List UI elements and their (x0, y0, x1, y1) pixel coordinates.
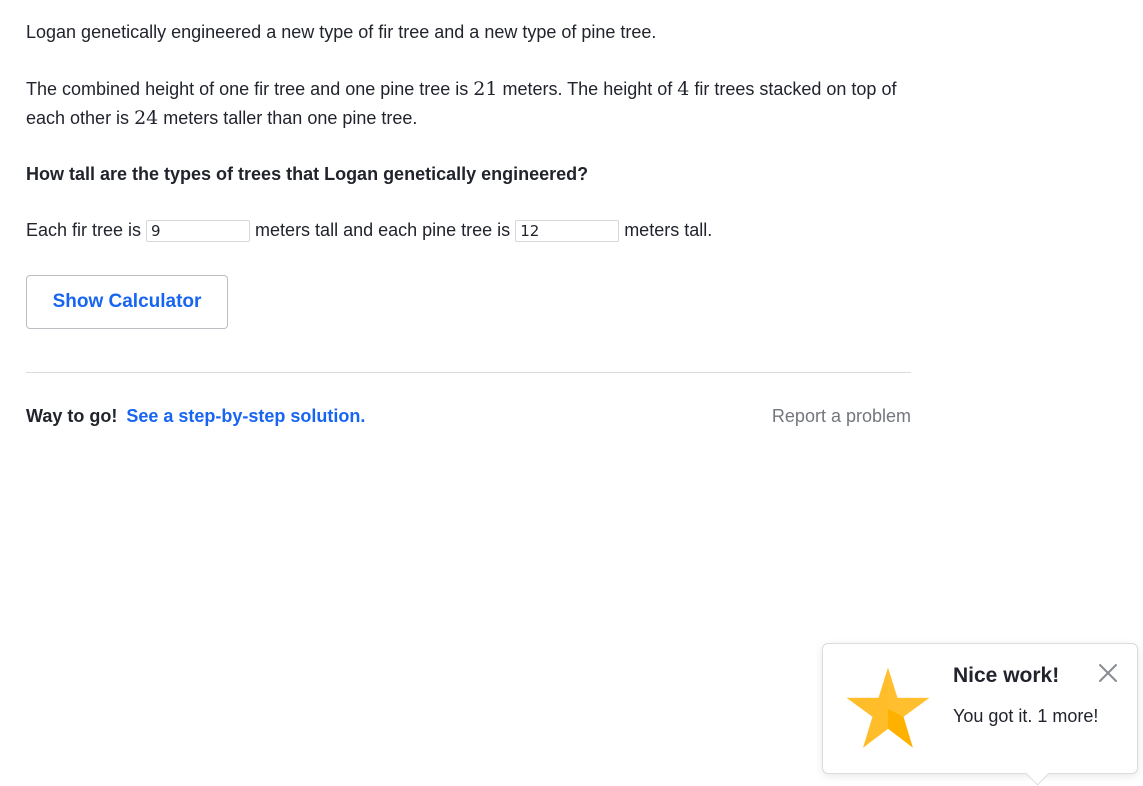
answer-line: Each fir tree is meters tall and each pi… (26, 216, 916, 245)
report-problem-link[interactable]: Report a problem (772, 402, 911, 431)
close-icon[interactable] (1097, 662, 1119, 684)
problem-body-text-2: meters. The height of (497, 79, 678, 99)
math-number-4: 4 (677, 78, 690, 100)
math-number-21: 21 (473, 78, 498, 100)
success-toast: Nice work! You got it. 1 more! (822, 643, 1138, 786)
exercise-page: Logan genetically engineered a new type … (0, 0, 1143, 786)
star-icon (846, 667, 930, 748)
answer-suffix: meters tall. (624, 220, 713, 240)
step-by-step-solution-link[interactable]: See a step-by-step solution. (126, 406, 365, 426)
problem-body-text-4: meters taller than one pine tree. (158, 108, 418, 128)
problem-intro: Logan genetically engineered a new type … (26, 22, 657, 42)
problem-body-text-1: The combined height of one fir tree and … (26, 79, 474, 99)
toast-title: Nice work! (953, 664, 1060, 687)
toast-pointer (1025, 761, 1050, 786)
show-calculator-button[interactable]: Show Calculator (26, 275, 228, 329)
problem-body: The combined height of one fir tree and … (26, 75, 916, 133)
toast-message: You got it. 1 more! (953, 706, 1099, 726)
fir-height-input[interactable] (146, 219, 251, 242)
divider (26, 372, 911, 373)
feedback-footer: Way to go! See a step-by-step solution. … (26, 402, 911, 431)
problem-statement: Logan genetically engineered a new type … (26, 18, 916, 245)
math-number-24: 24 (134, 107, 159, 129)
question-text: How tall are the types of trees that Log… (26, 164, 589, 184)
answer-prefix: Each fir tree is (26, 220, 142, 240)
feedback-text: Way to go! (26, 406, 118, 426)
answer-middle: meters tall and each pine tree is (255, 220, 511, 240)
pine-height-input[interactable] (515, 219, 620, 242)
